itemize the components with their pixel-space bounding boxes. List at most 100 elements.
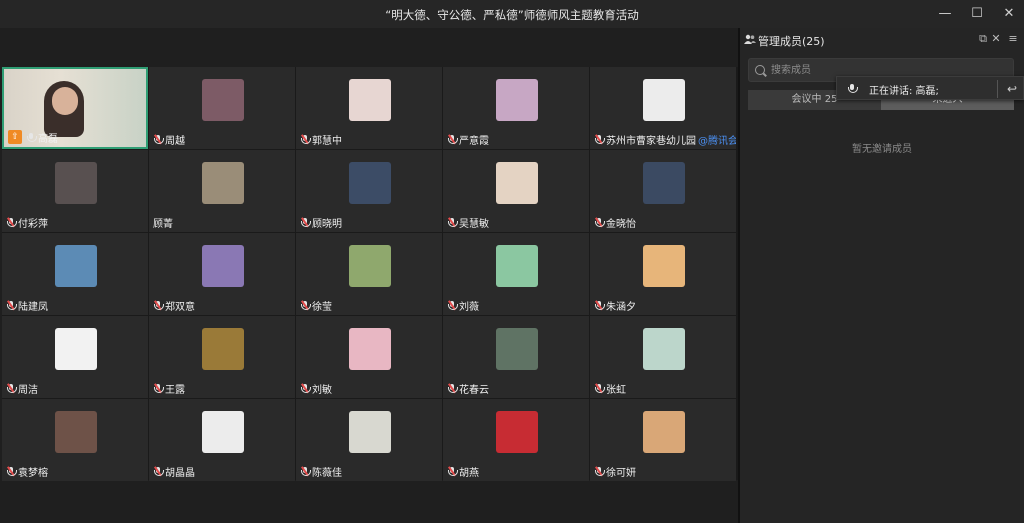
muted-microphone-icon: [447, 134, 458, 145]
participant-tile[interactable]: 陆建凤: [2, 233, 148, 315]
participant-name: 徐莹: [300, 298, 332, 313]
participant-name: 王露: [153, 381, 185, 396]
participant-name: 顾晓明: [300, 215, 342, 230]
panel-title: 管理成员(25): [758, 35, 825, 48]
participant-tile[interactable]: 郭慧中: [296, 67, 442, 149]
participant-name: 徐可妍: [594, 464, 636, 479]
participant-name: 苏州市曹家巷幼儿园@腾讯会议: [594, 132, 736, 147]
participant-name-text: 吴慧敏: [459, 218, 489, 230]
participant-tile[interactable]: 王露: [149, 316, 295, 398]
participant-name: 吴慧敏: [447, 215, 489, 230]
participant-name: 胡晶晶: [153, 464, 195, 479]
muted-microphone-icon: [594, 217, 605, 228]
participant-tile[interactable]: 刘敏: [296, 316, 442, 398]
muted-microphone-icon: [594, 300, 605, 311]
participant-tile[interactable]: 郑双意: [149, 233, 295, 315]
avatar: [55, 162, 97, 204]
participant-tile[interactable]: 徐莹: [296, 233, 442, 315]
participant-name: 花春云: [447, 381, 489, 396]
empty-invite-text: 暂无邀请成员: [852, 144, 912, 155]
participant-name: 金晓怡: [594, 215, 636, 230]
muted-microphone-icon: [6, 217, 17, 228]
popout-icon[interactable]: ⧉: [976, 32, 990, 46]
participant-tile[interactable]: 周越: [149, 67, 295, 149]
participant-tile[interactable]: 付彩萍: [2, 150, 148, 232]
participant-tile[interactable]: ⇧ 高磊: [2, 67, 148, 149]
avatar: [55, 411, 97, 453]
participant-name: 袁梦榕: [6, 464, 48, 479]
participant-name: 张虹: [594, 381, 626, 396]
participant-name-text: 金晓怡: [606, 218, 636, 230]
minimize-button[interactable]: —: [930, 4, 960, 24]
close-button[interactable]: ✕: [994, 4, 1024, 24]
participant-name: ⇧ 高磊: [8, 130, 58, 145]
participant-tile[interactable]: 胡燕: [443, 399, 589, 481]
muted-microphone-icon: [447, 217, 458, 228]
avatar: [202, 245, 244, 287]
participant-name-text: 徐莹: [312, 301, 332, 313]
participant-tile[interactable]: 顾晓明: [296, 150, 442, 232]
avatar: [496, 245, 538, 287]
participant-tag: @腾讯会议: [698, 135, 736, 147]
avatar: [349, 79, 391, 121]
participant-name-text: 顾晓明: [312, 218, 342, 230]
participant-tile[interactable]: 袁梦榕: [2, 399, 148, 481]
muted-microphone-icon: [153, 134, 164, 145]
participant-tile[interactable]: 花春云: [443, 316, 589, 398]
participant-name: 郭慧中: [300, 132, 342, 147]
participant-name-text: 王露: [165, 384, 185, 396]
panel-menu-icon[interactable]: ≡: [1006, 32, 1020, 46]
participant-tile[interactable]: 胡晶晶: [149, 399, 295, 481]
separator: [997, 80, 998, 98]
avatar: [643, 328, 685, 370]
muted-microphone-icon: [447, 300, 458, 311]
participant-tile[interactable]: 严意霞: [443, 67, 589, 149]
muted-microphone-icon: [300, 134, 311, 145]
avatar: [349, 245, 391, 287]
participant-tile[interactable]: 金晓怡: [590, 150, 736, 232]
muted-microphone-icon: [6, 300, 17, 311]
participant-name: 顾菁: [153, 215, 173, 230]
avatar: [349, 162, 391, 204]
participant-tile[interactable]: 吴慧敏: [443, 150, 589, 232]
participant-tile[interactable]: 朱涵夕: [590, 233, 736, 315]
members-panel: 管理成员(25) ⧉ ✕ ≡ 会议中 25 未进入 暂无邀请成员: [740, 28, 1024, 523]
participant-name-text: 顾菁: [153, 218, 173, 230]
speaking-indicator: 正在讲话: 高磊; ↩: [836, 76, 1024, 100]
participant-name: 朱涵夕: [594, 298, 636, 313]
panel-header: 管理成员(25) ⧉ ✕ ≡: [740, 28, 1024, 50]
participant-tile[interactable]: 顾菁: [149, 150, 295, 232]
window-title: “明大德、守公德、严私德”师德师风主题教育活动: [385, 8, 639, 22]
participant-name-text: 陈薇佳: [312, 467, 342, 479]
participant-name-text: 刘敏: [312, 384, 332, 396]
participant-tile[interactable]: 刘薇: [443, 233, 589, 315]
avatar: [55, 245, 97, 287]
title-bar: “明大德、守公德、严私德”师德师风主题教育活动 — ☐ ✕: [0, 0, 1024, 28]
participant-name-text: 刘薇: [459, 301, 479, 313]
avatar: [496, 411, 538, 453]
microphone-icon: [26, 132, 37, 143]
maximize-button[interactable]: ☐: [962, 4, 992, 24]
panel-close-icon[interactable]: ✕: [989, 32, 1003, 46]
participant-tile[interactable]: 张虹: [590, 316, 736, 398]
speaker-face: [52, 87, 78, 115]
participant-name: 胡燕: [447, 464, 479, 479]
muted-microphone-icon: [300, 300, 311, 311]
muted-microphone-icon: [594, 134, 605, 145]
avatar: [55, 328, 97, 370]
participant-name-text: 严意霞: [459, 135, 489, 147]
participant-tile[interactable]: 苏州市曹家巷幼儿园@腾讯会议: [590, 67, 736, 149]
reply-arrow-icon[interactable]: ↩: [1003, 80, 1021, 98]
participant-name: 陈薇佳: [300, 464, 342, 479]
participant-tile[interactable]: 徐可妍: [590, 399, 736, 481]
host-icon: ⇧: [8, 130, 22, 144]
avatar: [643, 411, 685, 453]
muted-microphone-icon: [6, 466, 17, 477]
participant-tile[interactable]: 周洁: [2, 316, 148, 398]
participant-name: 刘敏: [300, 381, 332, 396]
participant-tile[interactable]: 陈薇佳: [296, 399, 442, 481]
participant-name-text: 苏州市曹家巷幼儿园: [606, 135, 696, 147]
participant-name-text: 周洁: [18, 384, 38, 396]
video-grid: ⇧ 高磊 周越 郭慧中 严意霞 苏州市曹家巷幼儿园@腾讯会议付彩萍 顾菁 顾晓明 吴慧敏 金晓怡陆…: [2, 67, 738, 481]
microphone-icon: [847, 83, 858, 94]
